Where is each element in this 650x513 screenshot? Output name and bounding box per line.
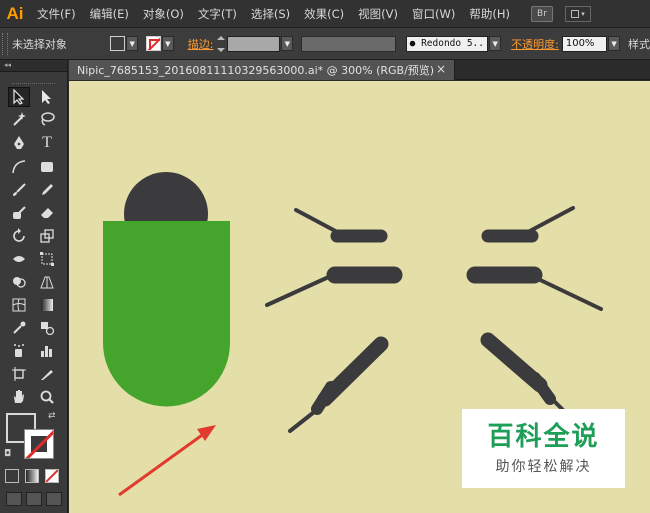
opacity-input[interactable]: 100%: [561, 35, 608, 52]
draw-normal-icon[interactable]: [6, 492, 22, 506]
tools-panel: ◂◂ T ⇄ ◘: [0, 60, 68, 513]
stroke-weight-input[interactable]: [227, 35, 281, 52]
left-legs-group: [265, 208, 403, 433]
menu-type[interactable]: 文字(T): [191, 0, 244, 28]
arrow-up-icon: [217, 35, 226, 40]
gradient-mode-icon[interactable]: [25, 469, 39, 483]
chevron-down-icon: ▾: [581, 9, 585, 18]
menu-object[interactable]: 对象(O): [136, 0, 191, 28]
shape-builder-tool-icon[interactable]: [8, 272, 30, 292]
panel-grip[interactable]: [2, 32, 8, 55]
bridge-button[interactable]: Br: [530, 5, 553, 22]
magic-wand-tool-icon[interactable]: [8, 109, 30, 129]
document-tab[interactable]: Nipic_7685153_20160811110329563000.ai* @…: [69, 60, 455, 80]
close-icon[interactable]: ×: [436, 62, 446, 76]
watermark-title: 百科全说: [487, 421, 600, 452]
tools-grip[interactable]: [12, 72, 55, 84]
menu-effect[interactable]: 效果(C): [297, 0, 351, 28]
gradient-tool-icon[interactable]: [36, 295, 58, 315]
stroke-weight-dropdown[interactable]: ▼: [281, 36, 294, 51]
perspective-grid-tool-icon[interactable]: [36, 272, 58, 292]
leg-right-lower-joint: [529, 372, 556, 405]
menu-file[interactable]: 文件(F): [30, 0, 83, 28]
blend-tool-icon[interactable]: [36, 318, 58, 338]
style-label[interactable]: 样式: [628, 36, 650, 52]
draw-behind-icon[interactable]: [26, 492, 42, 506]
selection-status: 未选择对象: [11, 37, 67, 51]
menu-bar: Ai 文件(F) 编辑(E) 对象(O) 文字(T) 选择(S) 效果(C) 视…: [0, 0, 650, 28]
free-transform-tool-icon[interactable]: [36, 249, 58, 269]
menu-window[interactable]: 窗口(W): [405, 0, 462, 28]
menu-select[interactable]: 选择(S): [244, 0, 297, 28]
workspace-switcher-button[interactable]: ▾: [564, 5, 591, 22]
none-mode-icon[interactable]: [45, 469, 59, 483]
scale-tool-icon[interactable]: [36, 226, 58, 246]
watermark-subtitle: 助你轻松解决: [495, 458, 592, 475]
red-arrow-annotation: [118, 425, 216, 497]
color-mode-icon[interactable]: [5, 469, 19, 483]
rectangle-tool-icon[interactable]: [36, 157, 58, 177]
opacity-dropdown-button[interactable]: ▼: [608, 36, 620, 51]
leg-left-middle-antenna: [265, 273, 335, 307]
mesh-tool-icon[interactable]: [8, 295, 30, 315]
chevron-down-icon: ▼: [611, 39, 617, 48]
selection-tool-icon[interactable]: [8, 87, 30, 107]
fill-color-swatch[interactable]: [110, 36, 126, 51]
watermark-badge: 百科全说 助你轻松解决: [462, 409, 625, 488]
lasso-tool-icon[interactable]: [36, 109, 58, 129]
paintbrush-tool-icon[interactable]: [8, 180, 30, 200]
body-capsule-shape: [103, 221, 230, 407]
type-tool-icon[interactable]: T: [36, 133, 58, 153]
stroke-swatch[interactable]: [24, 429, 54, 459]
menu-help[interactable]: 帮助(H): [462, 0, 517, 28]
menu-edit[interactable]: 编辑(E): [83, 0, 136, 28]
brush-dropdown-button[interactable]: ▼: [489, 36, 502, 51]
direct-selection-tool-icon[interactable]: [36, 87, 58, 107]
leg-left-lower-joint: [311, 381, 337, 415]
line-segment-tool-icon[interactable]: [8, 157, 30, 177]
eyedropper-tool-icon[interactable]: [8, 318, 30, 338]
draw-inside-icon[interactable]: [46, 492, 62, 506]
chevron-down-icon: ▼: [284, 39, 290, 48]
zoom-tool-icon[interactable]: [36, 387, 58, 407]
document-tab-bar: Nipic_7685153_20160811110329563000.ai* @…: [69, 60, 650, 80]
stroke-dropdown-button[interactable]: ▼: [161, 36, 174, 51]
leg-right-middle-antenna: [532, 275, 603, 311]
right-legs-group: [466, 206, 603, 428]
tools-collapse-button[interactable]: ◂◂: [0, 60, 67, 72]
control-bar: 未选择对象 ▼ ▼ 描边: ▼ ● Redondo 5.. ▼ 不透明度: 10…: [0, 28, 650, 60]
artboard-tool-icon[interactable]: [8, 364, 30, 384]
workspace-grid-icon: [571, 9, 580, 18]
stroke-weight-stepper[interactable]: [217, 35, 227, 52]
symbol-sprayer-tool-icon[interactable]: [8, 341, 30, 361]
width-tool-icon[interactable]: [8, 249, 30, 269]
rotate-tool-icon[interactable]: [8, 226, 30, 246]
stroke-label-link[interactable]: 描边:: [188, 36, 214, 52]
menu-view[interactable]: 视图(V): [351, 0, 405, 28]
variable-width-profile-select[interactable]: [301, 35, 396, 52]
fill-dropdown-button[interactable]: ▼: [126, 36, 139, 51]
stroke-color-swatch[interactable]: [146, 36, 161, 51]
slice-tool-icon[interactable]: [36, 364, 58, 384]
pencil-tool-icon[interactable]: [36, 180, 58, 200]
blob-brush-tool-icon[interactable]: [8, 203, 30, 223]
default-colors-icon[interactable]: ◘: [4, 449, 11, 459]
pen-tool-icon[interactable]: [8, 133, 30, 153]
artboard-canvas[interactable]: 百科全说 助你轻松解决: [69, 81, 650, 513]
brush-definition-select[interactable]: ● Redondo 5..: [405, 35, 489, 52]
arrow-down-icon: [217, 47, 226, 52]
eraser-tool-icon[interactable]: [36, 203, 58, 223]
fill-stroke-selector[interactable]: ⇄ ◘: [4, 411, 60, 459]
document-tab-title: Nipic_7685153_20160811110329563000.ai* @…: [77, 64, 435, 77]
leg-right-upper-antenna: [526, 206, 575, 234]
chevron-down-icon: ▼: [165, 39, 171, 48]
chevron-down-icon: ▼: [492, 39, 498, 48]
app-logo: Ai: [6, 3, 24, 23]
swap-colors-icon[interactable]: ⇄: [48, 411, 56, 421]
column-graph-tool-icon[interactable]: [36, 341, 58, 361]
chevron-down-icon: ▼: [129, 39, 135, 48]
opacity-label-link[interactable]: 不透明度:: [511, 36, 559, 52]
hand-tool-icon[interactable]: [8, 387, 30, 407]
main-menu: 文件(F) 编辑(E) 对象(O) 文字(T) 选择(S) 效果(C) 视图(V…: [30, 0, 517, 28]
